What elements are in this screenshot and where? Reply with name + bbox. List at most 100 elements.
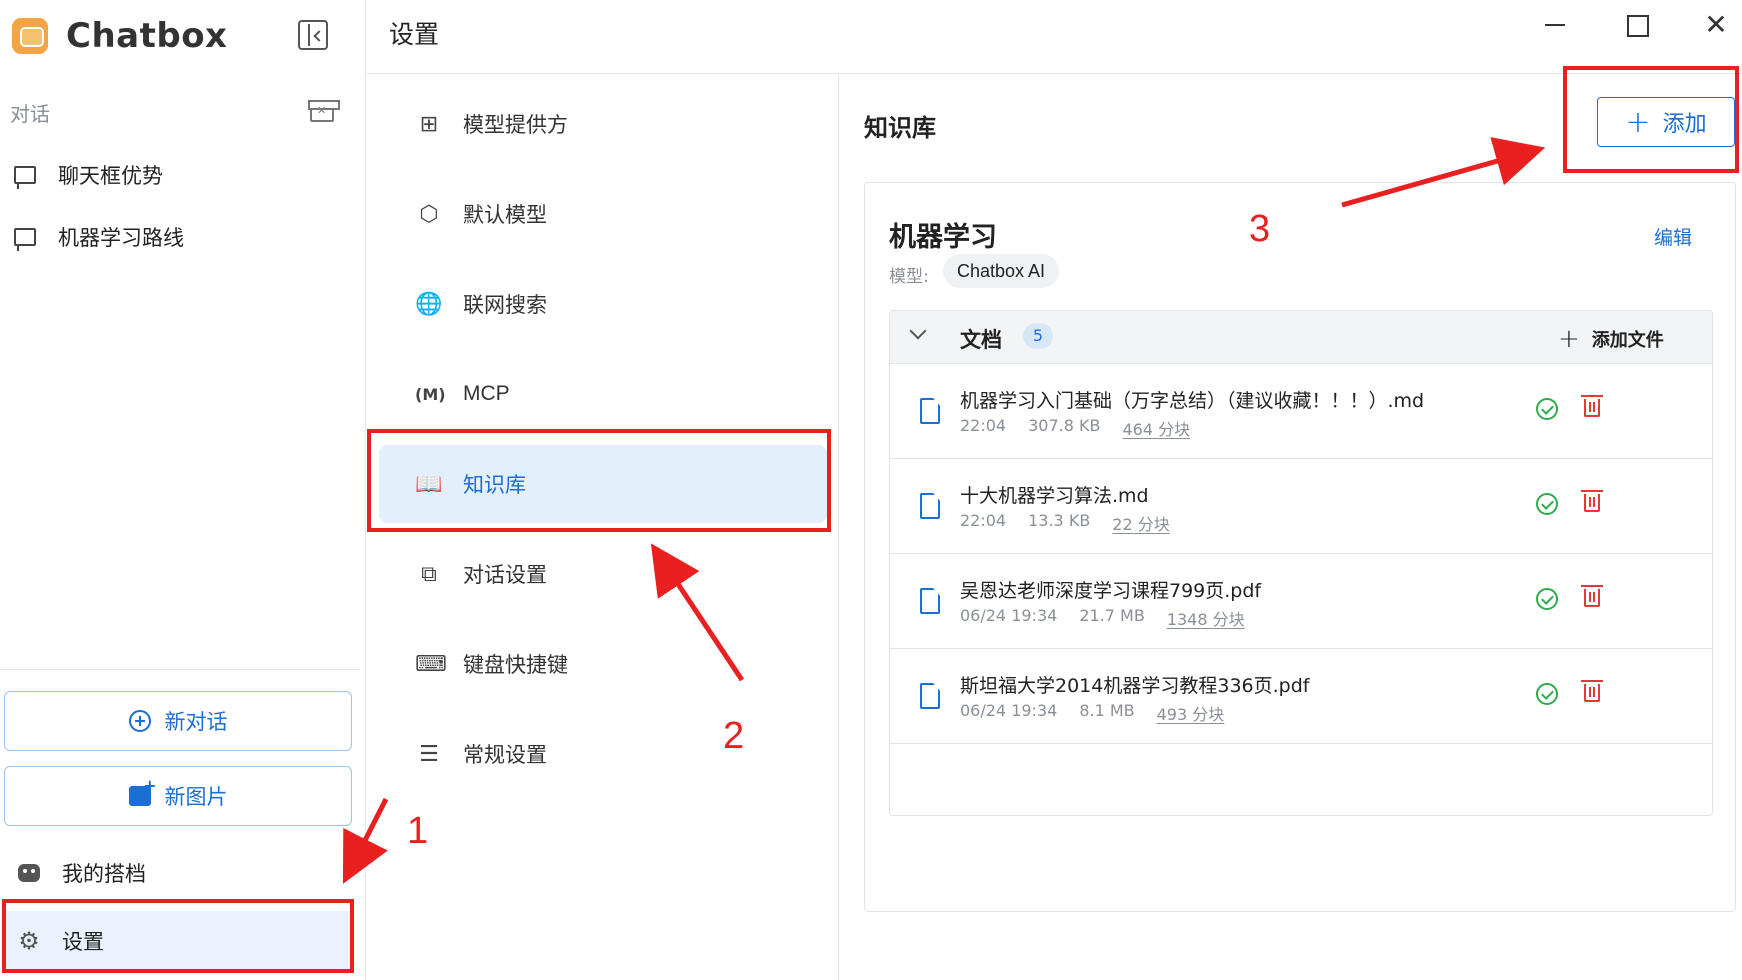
trash-icon[interactable]	[1581, 680, 1603, 702]
add-file-button[interactable]: + 添加文件	[1558, 324, 1664, 354]
menu-item-label: MCP	[463, 382, 510, 405]
conversation-label: 聊天框优势	[58, 164, 163, 188]
trash-icon[interactable]	[1581, 395, 1603, 417]
menu-item-label: 键盘快捷键	[463, 653, 568, 677]
conversation-item[interactable]: 聊天框优势	[14, 160, 163, 190]
document-chunks-link[interactable]: 493 分块	[1157, 701, 1225, 725]
maximize-window-icon[interactable]	[1616, 10, 1656, 40]
document-time: 06/24 19:34	[960, 606, 1058, 625]
my-partner-label: 我的搭档	[62, 862, 146, 886]
model-label: 模型:	[889, 267, 929, 287]
chat-bubble-icon	[14, 228, 36, 251]
document-chunks-link[interactable]: 22 分块	[1112, 511, 1169, 535]
document-size: 307.8 KB	[1028, 416, 1101, 435]
document-chunks-link[interactable]: 1348 分块	[1167, 606, 1245, 630]
new-image-button[interactable]: 新图片	[4, 766, 352, 826]
plus-icon: +	[1625, 104, 1651, 140]
menu-item-label: 常规设置	[463, 743, 547, 767]
document-name: 十大机器学习算法.md	[960, 485, 1149, 507]
knowledge-base-title: 知识库	[864, 114, 936, 142]
sliders-icon: ☰	[419, 741, 439, 767]
menu-item-label: 知识库	[463, 473, 526, 497]
menu-item-web-search[interactable]: 🌐 联网搜索	[379, 265, 827, 343]
documents-label: 文档	[960, 328, 1002, 352]
my-partner-item[interactable]: 我的搭档	[4, 843, 352, 903]
annotation-number-1: 1	[407, 810, 429, 852]
brand: Chatbox	[12, 16, 227, 56]
settings-menu: ⊞ 模型提供方 ⬡ 默认模型 🌐 联网搜索 (M) MCP 📖 知识库 ⧉ 对话…	[367, 75, 839, 980]
menu-item-chat-settings[interactable]: ⧉ 对话设置	[379, 535, 827, 613]
add-label: 添加	[1662, 112, 1707, 137]
minimize-window-icon[interactable]	[1535, 10, 1575, 40]
settings-item[interactable]: ⚙ 设置	[4, 911, 352, 971]
collapse-sidebar-icon[interactable]	[298, 20, 328, 50]
document-size: 21.7 MB	[1079, 606, 1145, 625]
add-knowledge-base-button[interactable]: + 添加	[1597, 97, 1735, 147]
documents-count-badge: 5	[1023, 323, 1053, 349]
check-circle-icon	[1536, 398, 1558, 420]
file-icon	[920, 493, 940, 519]
menu-item-general-settings[interactable]: ☰ 常规设置	[379, 715, 827, 793]
knowledge-base-name: 机器学习	[889, 222, 997, 253]
conversation-label: 机器学习路线	[58, 226, 184, 250]
document-name: 机器学习入门基础（万字总结）（建议收藏！！！）.md	[960, 390, 1425, 412]
conversation-item[interactable]: 机器学习路线	[14, 222, 184, 252]
documents-section: 文档 5 + 添加文件 机器学习入门基础（万字总结）（建议收藏！！！）.md 2…	[889, 310, 1713, 816]
new-chat-button[interactable]: 新对话	[4, 691, 352, 751]
menu-item-label: 默认模型	[463, 203, 547, 227]
check-circle-icon	[1536, 493, 1558, 515]
chevron-down-icon[interactable]	[909, 322, 927, 340]
settings-label: 设置	[62, 930, 104, 954]
document-size: 13.3 KB	[1028, 511, 1091, 530]
page-title: 设置	[389, 20, 440, 49]
check-circle-icon	[1536, 683, 1558, 705]
sidebar: Chatbox 对话 聊天框优势 机器学习路线 新对话 新图片 我的搭档 ⚙ 设…	[0, 0, 366, 980]
robot-icon	[18, 864, 40, 882]
menu-item-mcp[interactable]: (M) MCP	[379, 355, 827, 433]
document-meta: 22:04 307.8 KB 464 分块	[960, 416, 1212, 440]
document-name: 斯坦福大学2014机器学习教程336页.pdf	[960, 675, 1310, 697]
menu-item-default-model[interactable]: ⬡ 默认模型	[379, 175, 827, 253]
app-name: Chatbox	[66, 16, 228, 56]
mcp-icon: (M)	[415, 384, 446, 404]
document-meta: 22:04 13.3 KB 22 分块	[960, 511, 1192, 535]
menu-item-knowledge-base[interactable]: 📖 知识库	[379, 445, 827, 523]
document-row[interactable]: 机器学习入门基础（万字总结）（建议收藏！！！）.md 22:04 307.8 K…	[890, 364, 1712, 459]
book-icon: 📖	[415, 471, 443, 497]
plus-icon: +	[1558, 324, 1580, 354]
chatbox-logo-icon	[12, 18, 48, 54]
documents-header[interactable]: 文档 5 + 添加文件	[890, 311, 1712, 364]
close-window-icon[interactable]: ✕	[1696, 10, 1736, 40]
add-file-label: 添加文件	[1591, 330, 1664, 351]
edit-button[interactable]: 编辑	[1654, 223, 1692, 250]
check-circle-icon	[1536, 588, 1558, 610]
file-icon	[920, 683, 940, 709]
gear-icon: ⚙	[18, 927, 40, 955]
knowledge-base-card: 机器学习 编辑 模型: Chatbox AI 文档 5 + 添加文件 机器学习入…	[864, 182, 1736, 912]
file-icon	[920, 588, 940, 614]
clear-archive-icon[interactable]	[308, 100, 340, 122]
grid-icon: ⊞	[419, 111, 439, 137]
keyboard-icon: ⌨	[415, 651, 447, 677]
globe-icon: 🌐	[415, 291, 443, 317]
top-bar: 设置 ✕	[367, 0, 1742, 74]
chat-settings-icon: ⧉	[421, 561, 437, 587]
annotation-number-2: 2	[723, 715, 745, 757]
menu-item-model-provider[interactable]: ⊞ 模型提供方	[379, 85, 827, 163]
conversations-section-label: 对话	[10, 102, 50, 126]
menu-item-label: 模型提供方	[463, 113, 568, 137]
trash-icon[interactable]	[1581, 585, 1603, 607]
image-add-icon	[128, 776, 157, 806]
document-time: 22:04	[960, 511, 1007, 530]
document-row[interactable]: 吴恩达老师深度学习课程799页.pdf 06/24 19:34 21.7 MB …	[890, 554, 1712, 649]
document-row[interactable]: 斯坦福大学2014机器学习教程336页.pdf 06/24 19:34 8.1 …	[890, 649, 1712, 744]
model-chip: Chatbox AI	[943, 254, 1060, 288]
document-size: 8.1 MB	[1079, 701, 1135, 720]
trash-icon[interactable]	[1581, 490, 1603, 512]
new-image-label: 新图片	[164, 785, 228, 809]
menu-item-keyboard-shortcuts[interactable]: ⌨ 键盘快捷键	[379, 625, 827, 703]
plus-circle-icon	[128, 710, 151, 732]
document-row[interactable]: 十大机器学习算法.md 22:04 13.3 KB 22 分块	[890, 459, 1712, 554]
document-meta: 06/24 19:34 21.7 MB 1348 分块	[960, 606, 1267, 630]
document-chunks-link[interactable]: 464 分块	[1122, 416, 1190, 440]
